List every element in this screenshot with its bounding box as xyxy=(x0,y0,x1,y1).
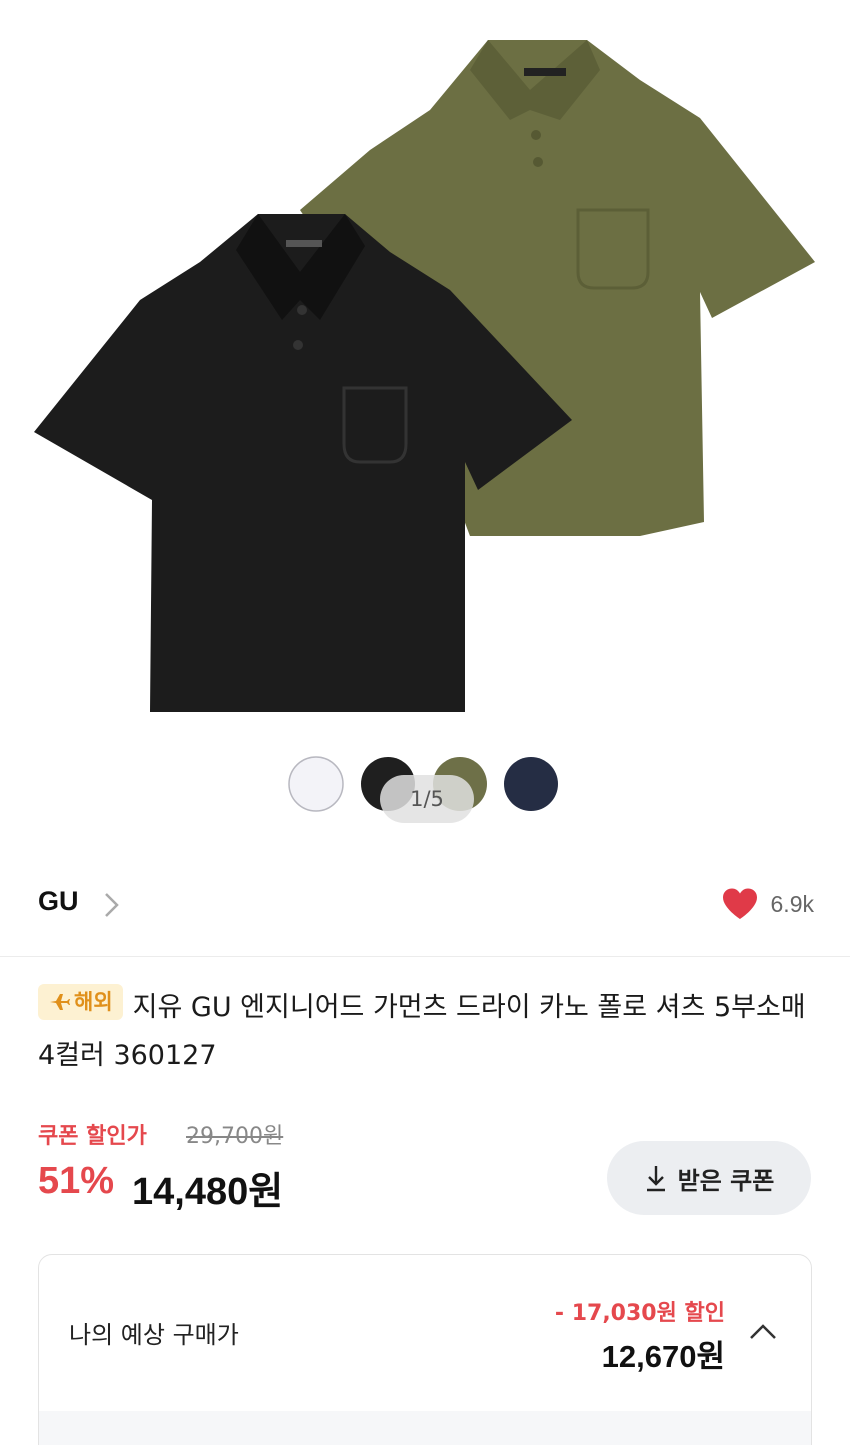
estimated-discount: - 17,030원 할인 xyxy=(554,1301,725,1326)
divider xyxy=(0,956,850,957)
received-coupon-button[interactable]: 받은 쿠폰 xyxy=(607,1141,811,1215)
estimated-price-panel[interactable]: 나의 예상 구매가 - 17,030원 할인 12,670원 xyxy=(38,1254,812,1445)
product-image-carousel[interactable]: 1/5 xyxy=(0,0,850,850)
product-title: 해외 지유 GU 엔지니어드 가먼츠 드라이 카노 폴로 셔츠 5부소매 4컬러… xyxy=(38,984,813,1080)
overseas-badge: 해외 xyxy=(38,984,123,1020)
airplane-icon xyxy=(50,994,70,1010)
received-coupon-label: 받은 쿠폰 xyxy=(677,1166,775,1195)
estimated-price: 12,670원 xyxy=(601,1339,725,1374)
heart-icon xyxy=(722,888,757,919)
brand-name[interactable]: GU xyxy=(38,886,79,917)
current-price: 14,480원 xyxy=(132,1171,284,1213)
coupon-price-label: 쿠폰 할인가 xyxy=(38,1124,147,1149)
chevron-up-icon[interactable] xyxy=(745,1317,781,1347)
product-image xyxy=(34,40,815,812)
download-icon xyxy=(646,1166,665,1192)
original-price: 29,700원 xyxy=(186,1124,284,1149)
image-counter: 1/5 xyxy=(380,775,474,823)
estimated-price-label: 나의 예상 구매가 xyxy=(69,1321,239,1349)
discount-rate: 51% xyxy=(38,1160,115,1202)
like-button[interactable]: 6.9k xyxy=(721,884,814,924)
product-page: 1/5 GU 6.9k 해외 지유 GU 엔지니어드 가먼츠 드라이 카노 폴로… xyxy=(0,0,850,1445)
product-title-text: 지유 GU 엔지니어드 가먼츠 드라이 카노 폴로 셔츠 5부소매 4컬러 36… xyxy=(38,992,806,1071)
like-count: 6.9k xyxy=(770,890,814,917)
estimated-price-details xyxy=(39,1411,811,1445)
overseas-badge-label: 해외 xyxy=(74,990,113,1014)
brand-row: GU 6.9k xyxy=(0,870,850,940)
chevron-right-icon[interactable] xyxy=(100,890,124,920)
swatch-white[interactable] xyxy=(288,756,344,812)
swatch-navy[interactable] xyxy=(504,757,558,811)
